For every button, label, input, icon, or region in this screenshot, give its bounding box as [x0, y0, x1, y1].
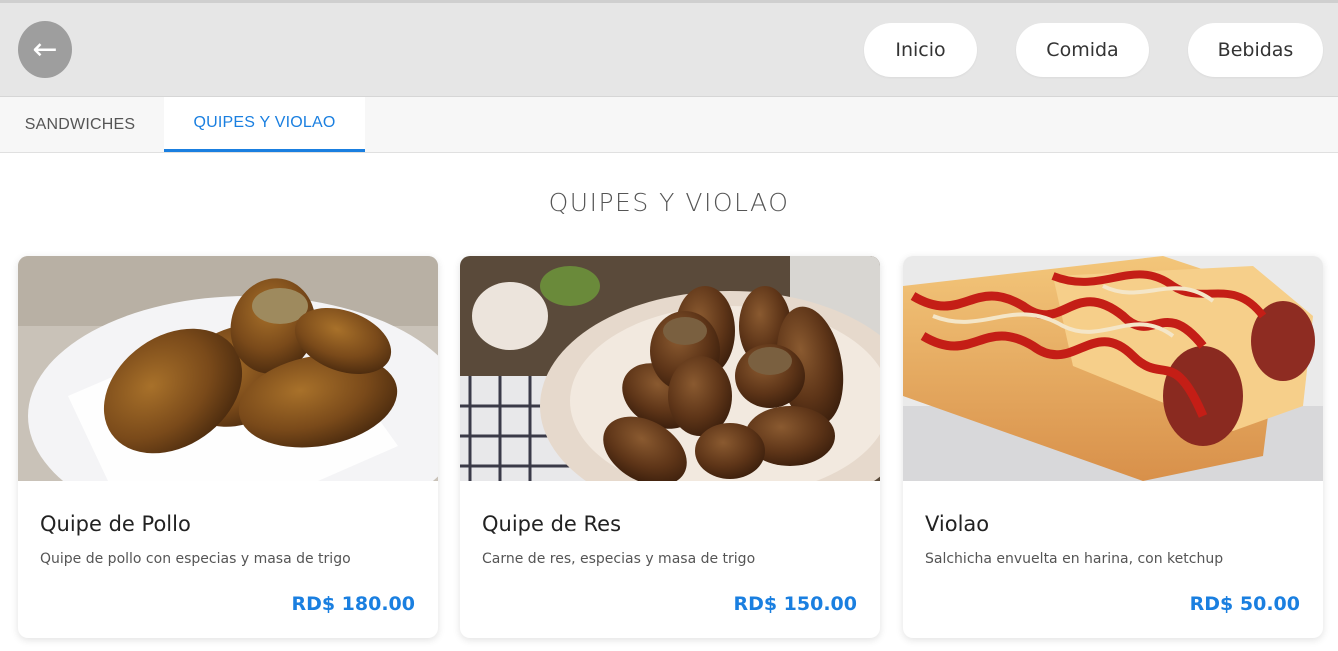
product-description: Quipe de pollo con especias y masa de tr…: [40, 551, 351, 567]
header-bar: ← Inicio Comida Bebidas: [0, 3, 1338, 97]
product-image-violao: [903, 256, 1323, 481]
product-image-quipe-pollo: [18, 256, 438, 481]
product-price: RD$ 180.00: [291, 593, 415, 615]
nav-inicio-button[interactable]: Inicio: [864, 23, 977, 77]
product-description: Salchicha envuelta en harina, con ketchu…: [925, 551, 1224, 567]
nav-comida-button[interactable]: Comida: [1016, 23, 1149, 77]
section-title: QUIPES Y VIOLAO: [548, 188, 790, 217]
tab-quipes-y-violao[interactable]: QUIPES Y VIOLAO: [164, 97, 365, 152]
product-card-quipe-pollo[interactable]: Quipe de Pollo Quipe de pollo con especi…: [18, 256, 438, 638]
arrow-left-icon: ←: [32, 31, 58, 67]
back-button[interactable]: ←: [18, 21, 72, 78]
nav-bebidas-button[interactable]: Bebidas: [1188, 23, 1323, 77]
category-tabs: SANDWICHES QUIPES Y VIOLAO: [0, 97, 1338, 153]
product-name: Quipe de Res: [482, 512, 622, 536]
product-name: Violao: [925, 512, 990, 536]
product-price: RD$ 150.00: [733, 593, 857, 615]
product-card-violao[interactable]: Violao Salchicha envuelta en harina, con…: [903, 256, 1323, 638]
product-image-quipe-res: [460, 256, 880, 481]
product-description: Carne de res, especias y masa de trigo: [482, 551, 756, 567]
product-price: RD$ 50.00: [1189, 593, 1300, 615]
product-card-quipe-res[interactable]: Quipe de Res Carne de res, especias y ma…: [460, 256, 880, 638]
product-name: Quipe de Pollo: [40, 512, 191, 536]
tab-sandwiches[interactable]: SANDWICHES: [0, 97, 160, 152]
